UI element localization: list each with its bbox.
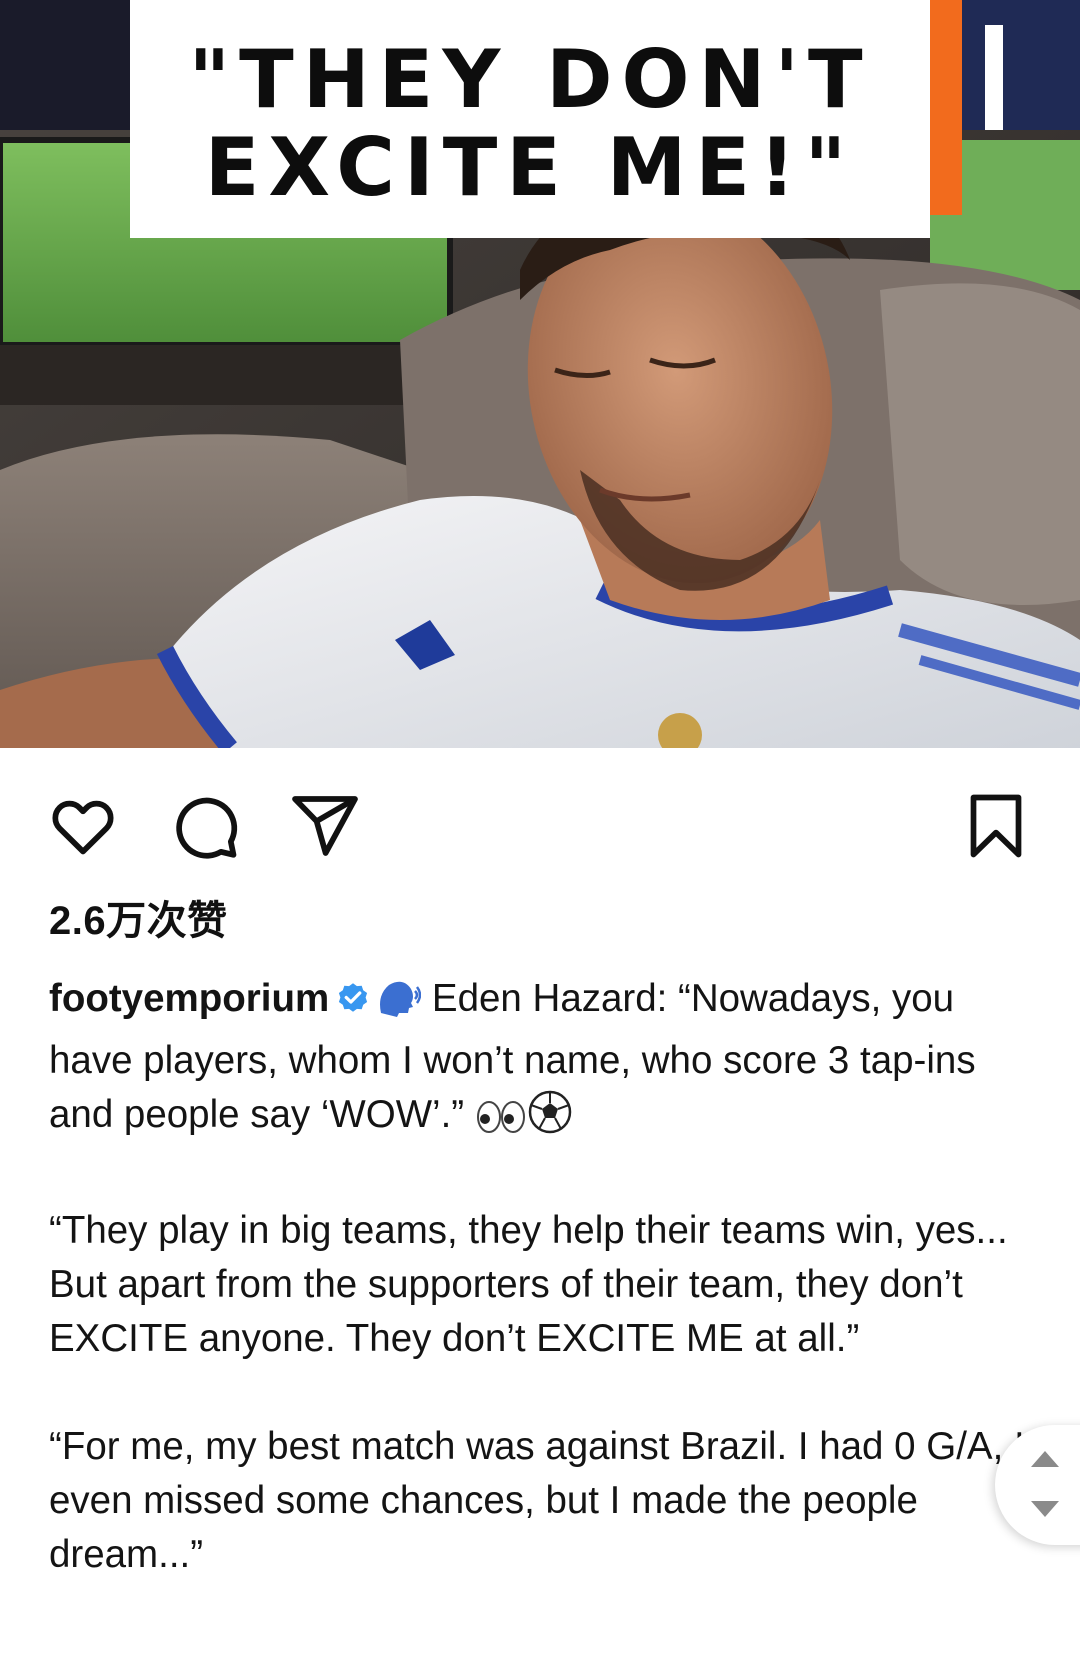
scroll-down-button[interactable] <box>1025 1493 1065 1523</box>
post-image[interactable]: "THEY DON'T EXCITE ME!" <box>0 0 1080 748</box>
verified-badge-icon <box>335 978 371 1032</box>
comment-icon <box>176 797 238 859</box>
caption-paragraph-3: “For me, my best match was against Brazi… <box>49 1425 1025 1576</box>
comment-button[interactable] <box>167 788 243 864</box>
bookmark-icon <box>970 794 1022 858</box>
caption-paragraph-1: footyemporium Eden Hazard: “Nowadays, yo… <box>49 972 1029 1150</box>
share-button[interactable] <box>287 788 363 864</box>
speaking-head-emoji-icon <box>375 977 422 1034</box>
eyes-emoji-icon <box>475 1096 527 1150</box>
arrow-up-icon <box>1031 1451 1059 1467</box>
post-caption: footyemporium Eden Hazard: “Nowadays, yo… <box>49 972 1029 1582</box>
post-action-bar <box>0 748 1080 888</box>
soccer-ball-emoji-icon <box>527 1089 573 1150</box>
likes-count[interactable]: 2.6万次赞 <box>49 888 228 946</box>
caption-paragraph-2: “They play in big teams, they help their… <box>49 1209 1008 1360</box>
username-link[interactable]: footyemporium <box>49 977 329 1020</box>
headline-banner: "THEY DON'T EXCITE ME!" <box>130 0 930 238</box>
scroll-up-button[interactable] <box>1025 1445 1065 1475</box>
arrow-down-icon <box>1031 1501 1059 1517</box>
save-button[interactable] <box>958 788 1034 864</box>
send-icon <box>292 796 358 856</box>
headline-line-1: "THEY DON'T <box>188 33 872 126</box>
accent-bar <box>930 0 962 215</box>
like-button[interactable] <box>45 788 121 864</box>
heart-icon <box>52 800 114 855</box>
headline-line-2: EXCITE ME!" <box>204 121 856 214</box>
